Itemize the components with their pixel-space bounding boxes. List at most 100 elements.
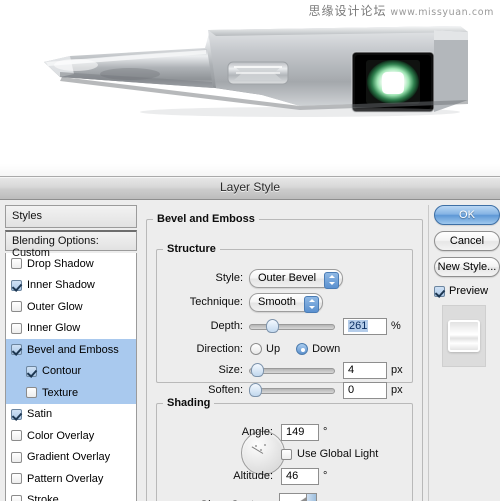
style-row: Style: Outer Bevel (163, 269, 403, 287)
direction-row: Direction: Up Down (163, 340, 409, 358)
new-style-button[interactable]: New Style... (434, 257, 500, 277)
technique-row: Technique: Smooth (163, 293, 403, 311)
angle-unit: ° (323, 426, 327, 438)
direction-up-radio[interactable] (250, 343, 262, 355)
style-popup[interactable]: Outer Bevel (249, 269, 343, 288)
effect-item-gradient-overlay[interactable]: Gradient Overlay (6, 447, 136, 469)
style-popup-value: Outer Bevel (258, 272, 316, 284)
direction-down-radio[interactable] (296, 343, 308, 355)
effect-checkbox[interactable] (26, 366, 37, 377)
angle-row: Angle: 149 ° (163, 423, 409, 441)
altitude-unit: ° (323, 470, 327, 482)
soften-value-field[interactable]: 0 (343, 382, 387, 399)
effect-checkbox[interactable] (11, 301, 22, 312)
size-label: Size: (163, 364, 243, 376)
effect-label: Satin (27, 408, 52, 420)
preview-label: Preview (449, 285, 488, 297)
chevron-updown-icon[interactable] (304, 296, 319, 313)
effect-item-outer-glow[interactable]: Outer Glow (6, 296, 136, 318)
effect-label: Outer Glow (27, 301, 83, 313)
watermark-url-text: www.missyuan.com (390, 7, 494, 18)
depth-row: Depth: 261 % (163, 317, 409, 335)
effect-checkbox[interactable] (11, 409, 22, 420)
styles-panel: Styles Blending Options: Custom Drop Sha… (5, 205, 137, 501)
effect-item-color-overlay[interactable]: Color Overlay (6, 425, 136, 447)
effect-item-inner-glow[interactable]: Inner Glow (6, 318, 136, 340)
depth-slider[interactable] (249, 319, 335, 333)
effect-item-bevel-and-emboss[interactable]: Bevel and Emboss (6, 339, 136, 361)
blending-options-row[interactable]: Blending Options: Custom (5, 230, 137, 251)
altitude-value-field[interactable]: 46 (281, 468, 319, 485)
preview-checkbox[interactable] (434, 286, 445, 297)
anti-aliased-row[interactable]: Anti-aliased (329, 497, 439, 501)
depth-value: 261 (348, 320, 368, 332)
soften-slider[interactable] (249, 383, 335, 397)
cancel-button[interactable]: Cancel (434, 231, 500, 251)
effect-label: Inner Shadow (27, 279, 95, 291)
structure-legend: Structure (163, 243, 220, 255)
effect-item-stroke[interactable]: Stroke (6, 490, 136, 501)
effect-checkbox[interactable] (11, 258, 22, 269)
preview-row[interactable]: Preview (434, 283, 500, 299)
dial-dot (264, 444, 266, 446)
effect-item-contour[interactable]: Contour (6, 361, 136, 383)
direction-up-label: Up (266, 343, 280, 355)
bevel-and-emboss-legend: Bevel and Emboss (153, 213, 259, 225)
size-slider-thumb[interactable] (251, 363, 264, 377)
effect-item-pattern-overlay[interactable]: Pattern Overlay (6, 468, 136, 490)
depth-value-field[interactable]: 261 (343, 318, 387, 335)
effect-label: Gradient Overlay (27, 451, 110, 463)
use-global-light-row[interactable]: Use Global Light (281, 445, 411, 463)
direction-label: Direction: (163, 343, 243, 355)
effect-label: Texture (42, 387, 78, 399)
effect-checkbox[interactable] (11, 323, 22, 334)
effect-item-satin[interactable]: Satin (6, 404, 136, 426)
shading-group: Shading Angle: 149 ° (156, 397, 413, 501)
effect-checkbox[interactable] (11, 495, 22, 501)
preview-thumbnail (442, 305, 486, 367)
metallic-opener-illustration (0, 0, 500, 176)
use-global-light-label: Use Global Light (297, 448, 378, 460)
effect-checkbox[interactable] (11, 473, 22, 484)
effect-checkbox[interactable] (11, 430, 22, 441)
effect-checkbox[interactable] (11, 280, 22, 291)
dial-dot (260, 449, 262, 451)
effect-checkbox[interactable] (11, 452, 22, 463)
effect-label: Bevel and Emboss (27, 344, 119, 356)
style-label: Style: (163, 272, 243, 284)
chevron-updown-icon[interactable] (324, 272, 339, 289)
size-unit: px (391, 364, 403, 376)
shading-legend: Shading (163, 397, 214, 409)
effect-checkbox[interactable] (11, 344, 22, 355)
effect-label: Pattern Overlay (27, 473, 103, 485)
effect-label: Inner Glow (27, 322, 80, 334)
soften-label: Soften: (163, 384, 243, 396)
effect-item-texture[interactable]: Texture (6, 382, 136, 404)
dialog-buttons: OK Cancel New Style... Preview (434, 205, 500, 501)
dial-dot (255, 445, 257, 447)
ok-button[interactable]: OK (434, 205, 500, 225)
artwork-fade (0, 164, 500, 176)
watermark-cn-text: 思缘设计论坛 (309, 4, 387, 18)
effect-item-inner-shadow[interactable]: Inner Shadow (6, 275, 136, 297)
use-global-light-checkbox[interactable] (281, 449, 292, 460)
angle-value-field[interactable]: 149 (281, 424, 319, 441)
depth-unit: % (391, 320, 401, 332)
structure-group: Structure Style: Outer Bevel Technique: (156, 243, 413, 383)
settings-panel: Bevel and Emboss Structure Style: Outer … (146, 205, 423, 501)
technique-popup[interactable]: Smooth (249, 293, 323, 312)
angle-label: Angle: (163, 426, 273, 438)
depth-slider-thumb[interactable] (266, 319, 279, 333)
direction-down-label: Down (312, 343, 340, 355)
preview-thumbnail-shape (448, 320, 480, 352)
depth-label: Depth: (163, 320, 243, 332)
depth-slider-track (249, 324, 335, 330)
soften-slider-thumb[interactable] (249, 383, 262, 397)
size-slider[interactable] (249, 363, 335, 377)
effects-list: Drop ShadowInner ShadowOuter GlowInner G… (5, 253, 137, 501)
size-value-field[interactable]: 4 (343, 362, 387, 379)
effect-checkbox[interactable] (26, 387, 37, 398)
bevel-and-emboss-group: Bevel and Emboss Structure Style: Outer … (146, 213, 423, 501)
styles-header[interactable]: Styles (5, 205, 137, 228)
dialog-titlebar[interactable]: Layer Style (0, 177, 500, 200)
